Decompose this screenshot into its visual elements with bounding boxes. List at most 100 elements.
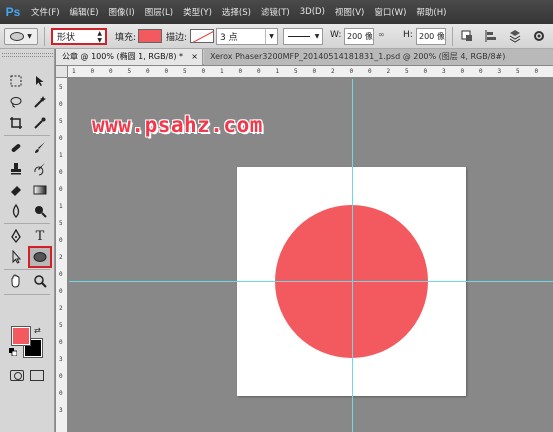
watermark-text: www.psahz.com xyxy=(92,113,263,137)
type-tool-icon[interactable]: T xyxy=(29,226,51,246)
height-field[interactable]: 200 像 xyxy=(416,28,446,45)
dodge-tool-icon[interactable] xyxy=(29,201,51,221)
menu-3d[interactable]: 3D(D) xyxy=(295,7,330,17)
tab-document-inactive[interactable]: Xerox Phaser3200MFP_20140514181831_1.psd… xyxy=(204,49,553,65)
eyedropper-tool-icon[interactable] xyxy=(29,113,51,133)
link-icon[interactable]: ∞ xyxy=(378,30,388,47)
ruler-tick-label: 0 xyxy=(238,68,243,75)
ellipse-tool-icon[interactable] xyxy=(28,246,52,268)
ruler-tick-label: 5 xyxy=(516,68,520,75)
ruler-tick-label: 1 xyxy=(59,203,63,210)
foreground-color-swatch[interactable] xyxy=(11,326,31,346)
horizontal-guide[interactable] xyxy=(69,281,553,282)
default-colors-icon[interactable] xyxy=(9,348,17,356)
ruler-tick-label: 0 xyxy=(59,237,63,244)
ruler-tick-label: 0 xyxy=(201,68,206,75)
stroke-color-swatch[interactable] xyxy=(190,29,214,43)
ruler-tick-label: 3 xyxy=(59,356,63,363)
ruler-tick-label: 0 xyxy=(368,68,372,75)
fill-color-swatch[interactable] xyxy=(138,29,162,43)
path-arrangement-icon[interactable] xyxy=(508,29,522,43)
canvas-workspace[interactable]: www.psahz.com xyxy=(69,79,553,432)
ruler-tick-label: 0 xyxy=(59,169,63,176)
divider xyxy=(4,223,50,224)
chevron-down-icon[interactable]: ▼ xyxy=(265,29,277,44)
options-bar: ▼ 形状 ▲ ▼ 填充: 描边: 3 点 ▼ ▼ W: 200 像 ∞ H: 20… xyxy=(0,24,553,49)
hand-tool-icon[interactable] xyxy=(5,271,27,291)
ruler-tick-label: 5 xyxy=(59,118,63,125)
screen-mode-icon[interactable] xyxy=(30,370,44,381)
horizontal-ruler[interactable]: 1 0 0 5 0 0 5 0 1 0 0 1 5 0 2 0 0 2 5 0 3 0 0 3 5 0 xyxy=(68,66,553,78)
ruler-tick-label: 0 xyxy=(349,68,354,75)
divider xyxy=(44,27,45,46)
fill-label: 填充: xyxy=(115,33,137,43)
tab-document-active[interactable]: 公章 @ 100% (椭圆 1, RGB/8) * × xyxy=(56,49,203,65)
gradient-tool-icon[interactable] xyxy=(29,180,51,200)
ruler-tick-label: 2 xyxy=(331,68,335,75)
menu-edit[interactable]: 编辑(E) xyxy=(65,6,104,18)
ruler-tick-label: 0 xyxy=(423,68,428,75)
menu-window[interactable]: 窗口(W) xyxy=(369,6,411,18)
ruler-tick-label: 0 xyxy=(59,288,63,295)
swap-colors-icon[interactable]: ⇄ xyxy=(34,326,41,335)
lasso-tool-icon[interactable] xyxy=(5,92,27,112)
chevron-down-icon: ▼ xyxy=(314,33,320,40)
ruler-tick-label: 0 xyxy=(109,68,113,75)
divider xyxy=(4,135,50,136)
clone-stamp-tool-icon[interactable] xyxy=(5,159,27,179)
stroke-type-select[interactable]: ▼ xyxy=(283,28,323,45)
quick-mask-icon[interactable] xyxy=(10,370,24,381)
eraser-tool-icon[interactable] xyxy=(5,180,27,200)
path-alignment-icon[interactable] xyxy=(484,29,498,43)
ruler-tick-label: 0 xyxy=(59,271,63,278)
marquee-tool-icon[interactable] xyxy=(5,71,27,91)
menu-bar: Ps 文件(F) 编辑(E) 图像(I) 图层(L) 类型(Y) 选择(S) 滤… xyxy=(0,0,553,24)
magic-wand-tool-icon[interactable] xyxy=(29,92,51,112)
ruler-tick-label: 1 xyxy=(59,152,63,159)
menu-filter[interactable]: 滤镜(T) xyxy=(256,6,295,18)
menu-help[interactable]: 帮助(H) xyxy=(411,6,451,18)
healing-brush-tool-icon[interactable] xyxy=(5,138,27,158)
document-tabs: 公章 @ 100% (椭圆 1, RGB/8) * × Xerox Phaser… xyxy=(56,49,553,65)
crop-tool-icon[interactable] xyxy=(5,113,27,133)
tab-label: 公章 @ 100% (椭圆 1, RGB/8) * xyxy=(62,52,184,61)
menu-select[interactable]: 选择(S) xyxy=(217,6,256,18)
zoom-tool-icon[interactable] xyxy=(29,271,51,291)
divider xyxy=(4,269,50,270)
height-label: H: xyxy=(403,30,413,40)
width-field[interactable]: 200 像 xyxy=(344,28,374,45)
close-icon[interactable]: × xyxy=(191,49,198,65)
ruler-tick-label: 0 xyxy=(312,68,317,75)
settings-gear-icon[interactable] xyxy=(532,29,546,43)
brush-tool-icon[interactable] xyxy=(29,138,51,158)
path-operations-icon[interactable] xyxy=(460,29,474,43)
ruler-tick-label: 0 xyxy=(90,68,95,75)
ruler-tick-label: 1 xyxy=(275,68,280,75)
move-tool-icon[interactable] xyxy=(29,71,51,91)
tab-label: Xerox Phaser3200MFP_20140514181831_1.psd… xyxy=(210,52,506,61)
path-selection-tool-icon[interactable] xyxy=(5,247,27,267)
blur-tool-icon[interactable] xyxy=(5,201,27,221)
ruler-tick-label: 3 xyxy=(497,68,502,75)
ruler-tick-label: 5 xyxy=(183,68,187,75)
ruler-tick-label: 2 xyxy=(386,68,391,75)
pen-tool-icon[interactable] xyxy=(5,226,27,246)
stroke-width-field[interactable]: 3 点 ▼ xyxy=(216,28,278,45)
history-brush-tool-icon[interactable] xyxy=(29,159,51,179)
tool-preset-picker[interactable]: ▼ xyxy=(4,28,38,45)
ruler-tick-label: 3 xyxy=(59,407,63,414)
ruler-tick-label: 5 xyxy=(294,68,298,75)
ruler-origin[interactable] xyxy=(56,66,68,78)
vertical-guide[interactable] xyxy=(352,79,353,432)
vertical-ruler[interactable]: 5 0 5 0 1 0 0 1 5 0 2 0 0 2 5 0 3 0 0 3 xyxy=(56,78,68,432)
menu-layer[interactable]: 图层(L) xyxy=(140,6,178,18)
ruler-tick-label: 0 xyxy=(534,68,539,75)
tool-mode-select[interactable]: 形状 ▲ ▼ xyxy=(51,28,107,45)
panel-grip[interactable] xyxy=(2,53,53,57)
width-value: 200 像 xyxy=(347,32,373,41)
menu-file[interactable]: 文件(F) xyxy=(26,6,65,18)
menu-image[interactable]: 图像(I) xyxy=(104,6,140,18)
menu-view[interactable]: 视图(V) xyxy=(330,6,369,18)
menu-type[interactable]: 类型(Y) xyxy=(178,6,217,18)
ruler-tick-label: 0 xyxy=(59,373,63,380)
